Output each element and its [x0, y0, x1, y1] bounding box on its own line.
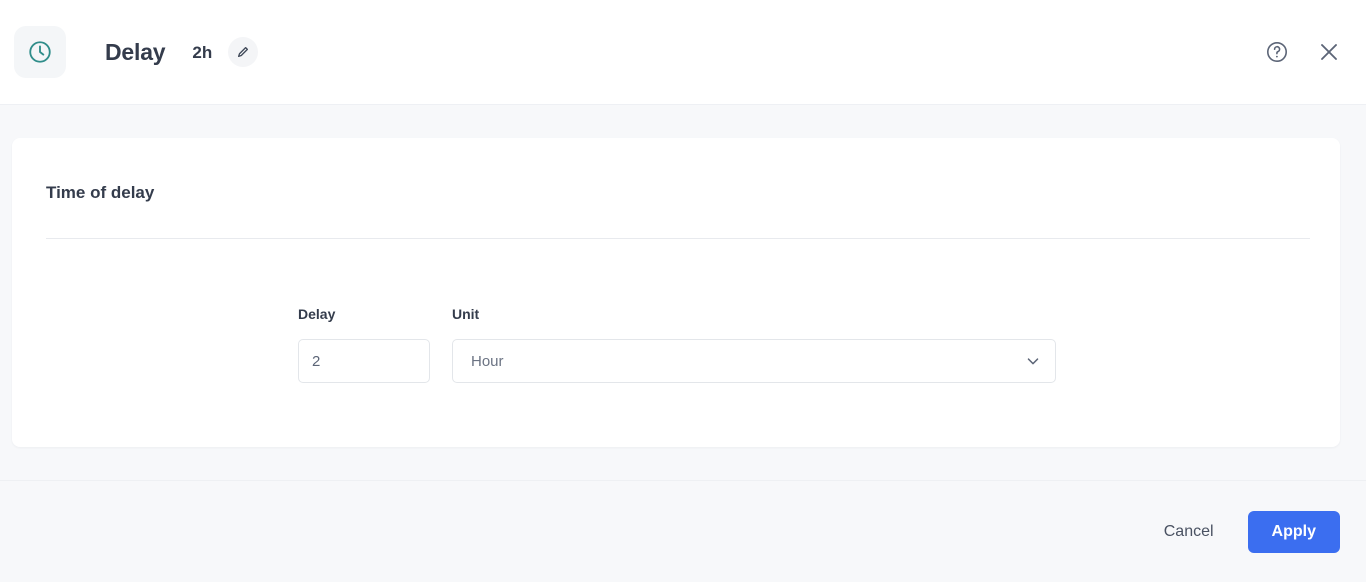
section-divider — [46, 238, 1310, 239]
help-button[interactable] — [1264, 39, 1290, 65]
delay-input[interactable] — [298, 339, 430, 383]
panel-footer: Cancel Apply — [0, 480, 1366, 582]
fields-row: Delay Unit Hour — [46, 307, 1310, 383]
delay-label: Delay — [298, 306, 336, 322]
clock-icon — [14, 26, 66, 78]
apply-button[interactable]: Apply — [1247, 510, 1340, 553]
settings-card: Time of delay Delay Unit Hour — [12, 138, 1340, 447]
unit-select[interactable]: Hour — [452, 339, 1056, 383]
unit-field-group: Unit Hour — [452, 307, 1056, 383]
pencil-icon — [238, 46, 249, 58]
delay-field-group: Delay — [298, 307, 430, 383]
close-icon — [1321, 44, 1337, 60]
edit-name-button[interactable] — [228, 37, 259, 67]
delay-node-panel: Delay 2h Time of delay Delay 2 Unit Hour… — [0, 0, 1366, 582]
cancel-button[interactable]: Cancel — [1156, 514, 1222, 550]
chevron-down-icon — [1024, 352, 1042, 370]
panel-body: Time of delay Delay Unit Hour — [0, 105, 1366, 480]
unit-select-value: Hour — [471, 352, 504, 370]
page-title: Delay — [105, 38, 166, 65]
header-left-group: Delay 2h — [14, 26, 259, 78]
unit-label: Unit — [452, 306, 480, 322]
close-button[interactable] — [1316, 39, 1342, 65]
header-actions — [1264, 39, 1342, 65]
delay-summary: 2h — [192, 42, 213, 62]
unit-select-wrapper: Hour — [452, 339, 1056, 383]
question-circle-icon — [1267, 42, 1287, 62]
section-title: Time of delay — [46, 183, 155, 202]
panel-header: Delay 2h — [0, 0, 1366, 105]
